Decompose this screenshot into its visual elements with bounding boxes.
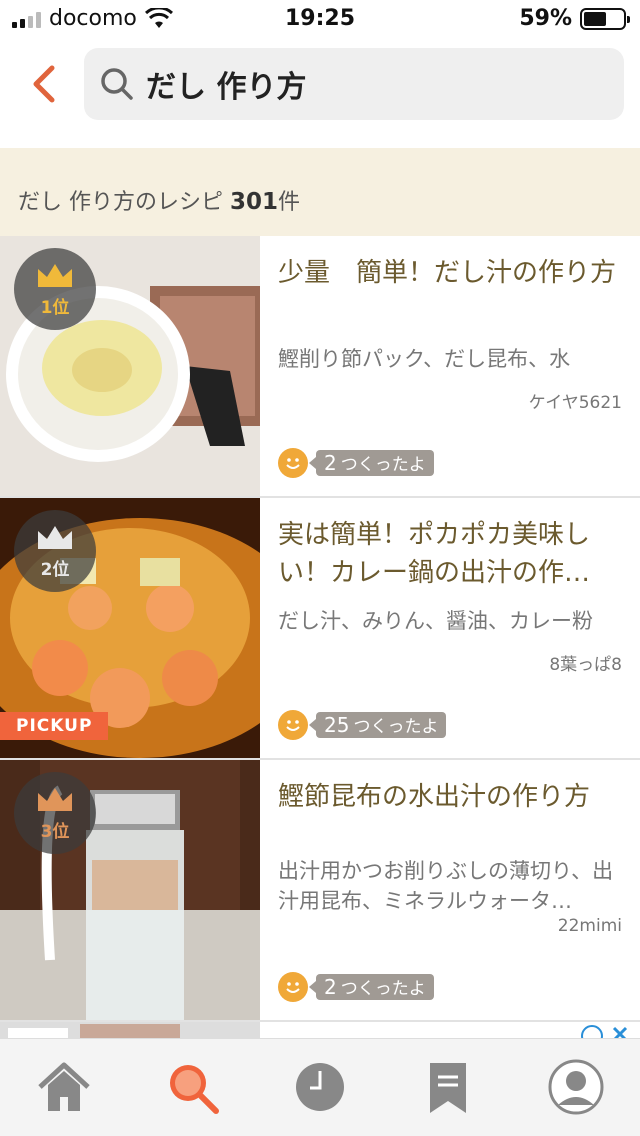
- bookmark-icon[interactable]: [418, 1057, 478, 1117]
- search-query: だし 作り方: [146, 70, 307, 105]
- tsukurepo-badge: 2 つくったよ: [278, 448, 434, 478]
- smile-icon: [278, 448, 308, 478]
- search-icon: [101, 68, 133, 100]
- tsukurepo-badge: 2 つくったよ: [278, 972, 434, 1002]
- tsukurepo-badge: 25 つくったよ: [278, 710, 447, 740]
- back-chevron-icon[interactable]: [24, 62, 64, 106]
- tsukurepo-label: つくったよ: [353, 717, 439, 737]
- rank-badge: 3位: [14, 772, 96, 854]
- rank-badge: 2位: [14, 510, 96, 592]
- home-icon[interactable]: [34, 1057, 94, 1117]
- rank-label: 3位: [40, 821, 70, 842]
- pickup-badge: PICKUP: [0, 712, 109, 740]
- smile-icon: [278, 972, 308, 1002]
- recipe-author[interactable]: 22mimi: [558, 916, 622, 936]
- result-count: 301: [230, 189, 279, 215]
- recipe-title[interactable]: 少量 簡単！だし汁の作り方: [278, 254, 624, 330]
- result-label: だし 作り方のレシピ: [18, 190, 230, 215]
- rank-badge: 1位: [14, 248, 96, 330]
- recipe-card[interactable]: 2位 PICKUP 実は簡単！ポカポカ美味しい！カレー鍋の出汁の作… だし汁、み…: [0, 498, 640, 760]
- battery-percent: 59%: [519, 6, 572, 31]
- tsukurepo-count: 2: [324, 975, 337, 999]
- rank-label: 2位: [40, 559, 70, 580]
- smile-icon: [278, 710, 308, 740]
- search-input[interactable]: だし 作り方: [84, 48, 624, 120]
- recipe-ingredients: 出汁用かつお削りぶしの薄切り、出汁用昆布、ミネラルウォータ…: [278, 859, 614, 913]
- result-suffix: 件: [278, 190, 301, 215]
- recipe-title[interactable]: 実は簡単！ポカポカ美味しい！カレー鍋の出汁の作…: [278, 516, 624, 592]
- search-header: だし 作り方: [0, 40, 640, 148]
- tsukurepo-label: つくったよ: [340, 979, 426, 999]
- tab-bar: [0, 1038, 640, 1136]
- result-count-bar: だし 作り方のレシピ 301件: [0, 148, 640, 236]
- recipe-author[interactable]: 8葉っぱ8: [549, 650, 622, 675]
- crown-icon: [38, 525, 72, 549]
- crown-icon: [38, 787, 72, 811]
- search-icon[interactable]: [162, 1057, 222, 1117]
- crown-icon: [38, 263, 72, 287]
- battery-icon: [580, 7, 630, 30]
- recipe-list: 1位 少量 簡単！だし汁の作り方 鰹削り節パック、だし昆布、水 ケイヤ5621 …: [0, 236, 640, 1022]
- recipe-author[interactable]: ケイヤ5621: [529, 388, 622, 413]
- recipe-ingredients: だし汁、みりん、醤油、カレー粉: [278, 609, 593, 633]
- recipe-card[interactable]: 3位 鰹節昆布の水出汁の作り方 出汁用かつお削りぶしの薄切り、出汁用昆布、ミネラ…: [0, 760, 640, 1022]
- rank-label: 1位: [40, 297, 70, 318]
- recipe-ingredients: 鰹削り節パック、だし昆布、水: [278, 347, 571, 371]
- tsukurepo-count: 25: [324, 713, 350, 737]
- recipe-card[interactable]: 1位 少量 簡単！だし汁の作り方 鰹削り節パック、だし昆布、水 ケイヤ5621 …: [0, 236, 640, 498]
- tsukurepo-count: 2: [324, 451, 337, 475]
- recipe-title[interactable]: 鰹節昆布の水出汁の作り方: [278, 778, 624, 816]
- account-icon[interactable]: [546, 1057, 606, 1117]
- tsukurepo-label: つくったよ: [340, 455, 426, 475]
- history-icon[interactable]: [290, 1057, 350, 1117]
- status-bar: docomo 19:25 59%: [0, 0, 640, 40]
